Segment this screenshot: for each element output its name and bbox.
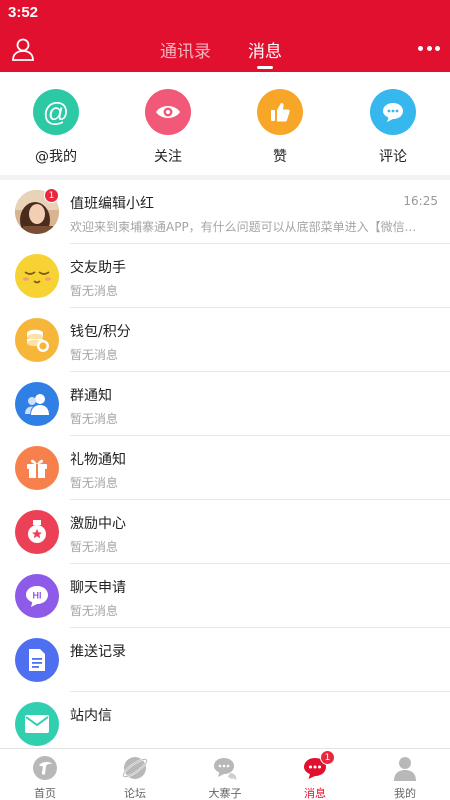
active-tab-indicator	[257, 66, 273, 69]
at-icon: @	[33, 89, 79, 135]
top-header: 通讯录 消息	[0, 26, 450, 72]
tab-contacts[interactable]: 通讯录	[160, 37, 211, 62]
message-row-chat-request[interactable]: HI 聊天申请 暂无消息	[0, 564, 450, 628]
tab-big-village[interactable]: 大寨子	[180, 755, 270, 800]
tab-label: 首页	[34, 787, 56, 800]
message-row-wallet[interactable]: 钱包/积分 暂无消息	[0, 308, 450, 372]
message-row-duty-editor[interactable]: 1 值班编辑小红 16:25 欢迎来到柬埔寨通APP，有什么问题可以从底部菜单进…	[0, 180, 450, 244]
tab-label: 论坛	[124, 787, 146, 800]
tab-messages[interactable]: 消息	[248, 37, 282, 62]
message-title: 交友助手	[70, 260, 126, 276]
message-time: 16:25	[403, 194, 438, 208]
home-logo-icon	[32, 755, 58, 781]
status-time: 3:52	[8, 4, 39, 21]
gift-icon	[15, 446, 59, 490]
forum-planet-icon	[122, 755, 148, 781]
tab-profile[interactable]: 我的	[360, 755, 450, 800]
message-title: 值班编辑小红	[70, 196, 154, 212]
message-preview: 暂无消息	[70, 604, 119, 618]
message-preview: 暂无消息	[70, 412, 119, 426]
quick-action-label: 关注	[154, 149, 182, 165]
quick-action-follow[interactable]: 关注	[123, 89, 213, 166]
message-preview: 暂无消息	[70, 284, 119, 298]
status-bar: 3:52	[0, 0, 450, 26]
message-title: 激励中心	[70, 516, 126, 532]
message-title: 钱包/积分	[70, 324, 131, 340]
tab-label: 我的	[394, 787, 416, 800]
message-bubble-icon: 1	[302, 750, 335, 781]
message-title: 站内信	[70, 708, 112, 724]
quick-action-like[interactable]: 赞	[235, 89, 325, 166]
message-title: 推送记录	[70, 644, 126, 660]
message-title: 聊天申请	[70, 580, 126, 596]
message-title: 礼物通知	[70, 452, 126, 468]
envelope-icon	[15, 702, 59, 746]
document-icon	[15, 638, 59, 682]
message-title: 群通知	[70, 388, 112, 404]
eye-icon	[145, 89, 191, 135]
user-outline-icon[interactable]	[10, 36, 36, 62]
tab-label: 消息	[304, 787, 326, 800]
profile-icon	[392, 755, 418, 781]
svg-text:HI: HI	[33, 591, 42, 601]
quick-action-label: 赞	[273, 149, 287, 165]
message-row-group-notice[interactable]: 群通知 暂无消息	[0, 372, 450, 436]
message-row-gift-notice[interactable]: 礼物通知 暂无消息	[0, 436, 450, 500]
user-photo-avatar: 1	[15, 188, 59, 234]
quick-action-comment[interactable]: 评论	[348, 89, 438, 166]
tab-forum[interactable]: 论坛	[90, 755, 180, 800]
hi-chat-icon: HI	[15, 574, 59, 618]
message-list: 1 值班编辑小红 16:25 欢迎来到柬埔寨通APP，有什么问题可以从底部菜单进…	[0, 180, 450, 748]
comment-icon	[370, 89, 416, 135]
message-preview: 欢迎来到柬埔寨通APP，有什么问题可以从底部菜单进入【微信...	[70, 220, 417, 234]
quick-action-label: 评论	[379, 149, 407, 165]
message-row-inbox[interactable]: 站内信	[0, 692, 450, 748]
message-preview: 暂无消息	[70, 540, 119, 554]
quick-action-label: @我的	[35, 149, 77, 165]
sleepy-face-icon	[15, 254, 59, 298]
tab-label: 大寨子	[208, 787, 242, 800]
more-dots-icon[interactable]	[418, 38, 440, 58]
message-row-friend-assistant[interactable]: 交友助手 暂无消息	[0, 244, 450, 308]
group-icon	[15, 382, 59, 426]
bottom-tab-bar: 首页 论坛 大寨子 1 消息 我的	[0, 748, 450, 800]
unread-badge: 1	[320, 750, 335, 765]
unread-badge: 1	[44, 188, 59, 203]
message-row-push-records[interactable]: 推送记录	[0, 628, 450, 692]
chat-bubbles-icon	[212, 755, 238, 781]
coins-icon	[15, 318, 59, 362]
medal-icon	[15, 510, 59, 554]
thumbs-up-icon	[257, 89, 303, 135]
message-preview: 暂无消息	[70, 476, 119, 490]
quick-actions: @ @我的 关注 赞 评论	[0, 72, 450, 175]
quick-action-at-me[interactable]: @ @我的	[11, 89, 101, 166]
tab-messages-bottom[interactable]: 1 消息	[270, 750, 360, 800]
tab-home[interactable]: 首页	[0, 755, 90, 800]
message-row-incentive-center[interactable]: 激励中心 暂无消息	[0, 500, 450, 564]
message-preview: 暂无消息	[70, 348, 119, 362]
